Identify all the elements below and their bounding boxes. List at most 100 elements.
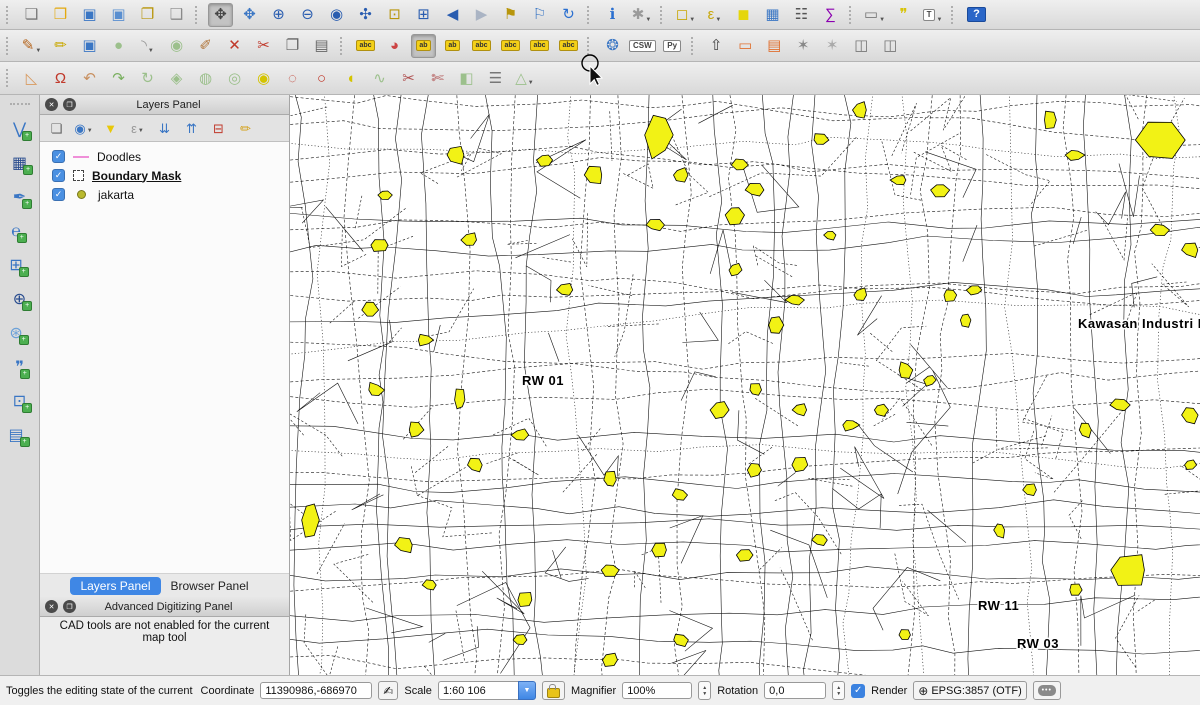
magnifier-input[interactable]: 100% (622, 682, 692, 699)
zoom-full-button[interactable]: ✣ (353, 3, 378, 27)
highlighted-parcel[interactable] (966, 286, 982, 295)
select-by-expression-button[interactable]: ε ▼ (702, 3, 727, 27)
coordinate-input[interactable]: 11390986,-686970 (260, 682, 372, 699)
pan-map-button[interactable]: ✥ (208, 3, 233, 27)
highlighted-parcel[interactable] (843, 421, 860, 432)
save-layer-edits-button[interactable]: ▣ (77, 34, 102, 58)
add-raster-layer-button[interactable]: ▦ (7, 153, 32, 175)
highlighted-parcel[interactable] (814, 134, 829, 145)
atlas-check-button[interactable]: ◫ (849, 34, 874, 58)
python-console-button[interactable]: Py (660, 34, 685, 58)
highlighted-parcel[interactable] (960, 314, 971, 327)
extent-rectangle-button[interactable]: ▭ (733, 34, 758, 58)
coordinate-capture-button[interactable]: ✍ (378, 681, 398, 700)
highlighted-parcel[interactable] (736, 550, 753, 562)
highlighted-parcel[interactable] (371, 240, 388, 252)
scale-dropdown-icon[interactable]: ▼ (518, 681, 536, 700)
highlighted-parcel[interactable] (899, 630, 910, 640)
highlighted-parcel[interactable] (812, 535, 828, 546)
zoom-next-button[interactable]: ▶ (469, 3, 494, 27)
add-virtual-layer-button[interactable]: ⊡ (7, 391, 32, 413)
highlighted-parcel[interactable] (513, 635, 527, 645)
highlighted-parcel[interactable] (302, 504, 320, 537)
highlighted-parcel[interactable] (422, 580, 436, 590)
rotation-spinner[interactable]: ▲ ▼ (832, 681, 845, 700)
dropdown-arrow-icon[interactable]: ▼ (528, 80, 534, 90)
refresh-button[interactable]: ↻ (556, 3, 581, 27)
scale-lock-button[interactable] (542, 681, 565, 700)
magnifier-spinner[interactable]: ▲ ▼ (698, 681, 711, 700)
highlighted-parcel[interactable] (1185, 460, 1197, 470)
add-wms-layer-button[interactable]: ⊞ ▼ (7, 255, 32, 277)
highlighted-parcel[interactable] (537, 155, 553, 166)
new-print-composer-button[interactable]: ❐ (135, 3, 160, 27)
highlighted-parcel[interactable] (750, 384, 762, 396)
merge-features-button[interactable]: ◧ (454, 66, 479, 90)
layer-item[interactable]: ✓ Doodles (40, 147, 289, 166)
dropdown-arrow-icon[interactable]: ▼ (936, 17, 942, 27)
move-feature-button[interactable]: ◉ (164, 34, 189, 58)
highlighted-parcel[interactable] (854, 288, 867, 301)
dropdown-arrow-icon[interactable]: ▼ (645, 17, 651, 27)
zoom-to-selection-button[interactable]: ⊡ (382, 3, 407, 27)
close-icon[interactable]: ✕ (45, 98, 58, 111)
zoom-out-button[interactable]: ⊖ (295, 3, 320, 27)
highlighted-parcel[interactable] (792, 404, 806, 416)
add-wfs-layer-button[interactable]: ⊛ ▼ (7, 323, 32, 345)
highlighted-parcel[interactable] (511, 429, 529, 440)
new-bookmark-button[interactable]: ⚑ (498, 3, 523, 27)
north-arrow-button[interactable]: ⇧ (704, 34, 729, 58)
highlighted-parcel[interactable] (395, 538, 413, 553)
highlighted-parcel[interactable] (710, 402, 729, 419)
scale-combobox[interactable]: 1:60 106 ▼ (438, 681, 536, 700)
merge-attributes-button[interactable]: ☰ (483, 66, 508, 90)
diagram-button[interactable]: ◕ (382, 34, 407, 58)
deselect-all-button[interactable]: ◼ (731, 3, 756, 27)
dropdown-arrow-icon[interactable]: ▼ (879, 17, 885, 27)
field-calculator-button[interactable]: ☷ (789, 3, 814, 27)
scale-value[interactable]: 1:60 106 (438, 681, 518, 700)
collapse-all-button[interactable]: ⇈ (180, 118, 203, 138)
highlighted-parcel[interactable] (1023, 484, 1037, 496)
highlighted-parcel[interactable] (646, 220, 665, 231)
map-tips-button[interactable]: ❞ (891, 3, 916, 27)
highlighted-parcel[interactable] (652, 543, 667, 557)
node-tool-button[interactable]: ✐ (193, 34, 218, 58)
highlighted-parcel[interactable] (1045, 111, 1057, 128)
add-delimited-text-layer-button[interactable]: ✒ (7, 187, 32, 209)
rotation-input[interactable]: 0,0 (764, 682, 826, 699)
label-button[interactable]: abc (353, 34, 378, 58)
style-wand-copy-button[interactable]: ✶ (791, 34, 816, 58)
spinner-down-icon[interactable]: ▼ (702, 691, 707, 697)
highlighted-parcel[interactable] (1182, 408, 1199, 424)
style-brush-button[interactable]: ✏ (234, 118, 257, 138)
highlighted-parcel[interactable] (931, 185, 950, 197)
split-parts-button[interactable]: ✄ (425, 66, 450, 90)
dropdown-arrow-icon[interactable]: ▼ (87, 128, 93, 138)
layer-checkbox[interactable]: ✓ (52, 150, 65, 163)
highlighted-parcel[interactable] (455, 389, 465, 409)
highlighted-parcel[interactable] (1079, 423, 1091, 438)
delete-ring-button[interactable]: ◌ (280, 66, 305, 90)
highlighted-parcel[interactable] (461, 233, 477, 245)
delete-selected-button[interactable]: ✕ (222, 34, 247, 58)
add-part-button[interactable]: ◎ (222, 66, 247, 90)
remove-layer-button[interactable]: ⊟ (207, 118, 230, 138)
dropdown-arrow-icon[interactable]: ▼ (138, 128, 144, 138)
highlighted-parcel[interactable] (584, 166, 601, 183)
check-geometries-button[interactable]: △ ▼ (512, 66, 537, 90)
save-project-as-button[interactable]: ▣ (106, 3, 131, 27)
highlighted-parcel[interactable] (362, 302, 379, 316)
highlighted-parcel[interactable] (785, 295, 805, 305)
dropdown-arrow-icon[interactable]: ▼ (148, 48, 154, 58)
redo-button[interactable]: ↷ (106, 66, 131, 90)
style-wand-button[interactable]: ✶ (820, 34, 845, 58)
add-group-button[interactable]: ❏ (45, 118, 68, 138)
highlighted-parcel[interactable] (1111, 555, 1145, 586)
highlighted-parcel[interactable] (1182, 243, 1198, 257)
identify-features-button[interactable]: ℹ (600, 3, 625, 27)
highlighted-parcel[interactable] (604, 471, 617, 486)
highlighted-parcel[interactable] (447, 146, 464, 164)
add-postgis-layer-button[interactable]: ℮ ▼ (7, 221, 32, 243)
new-project-button[interactable]: ❏ (19, 3, 44, 27)
